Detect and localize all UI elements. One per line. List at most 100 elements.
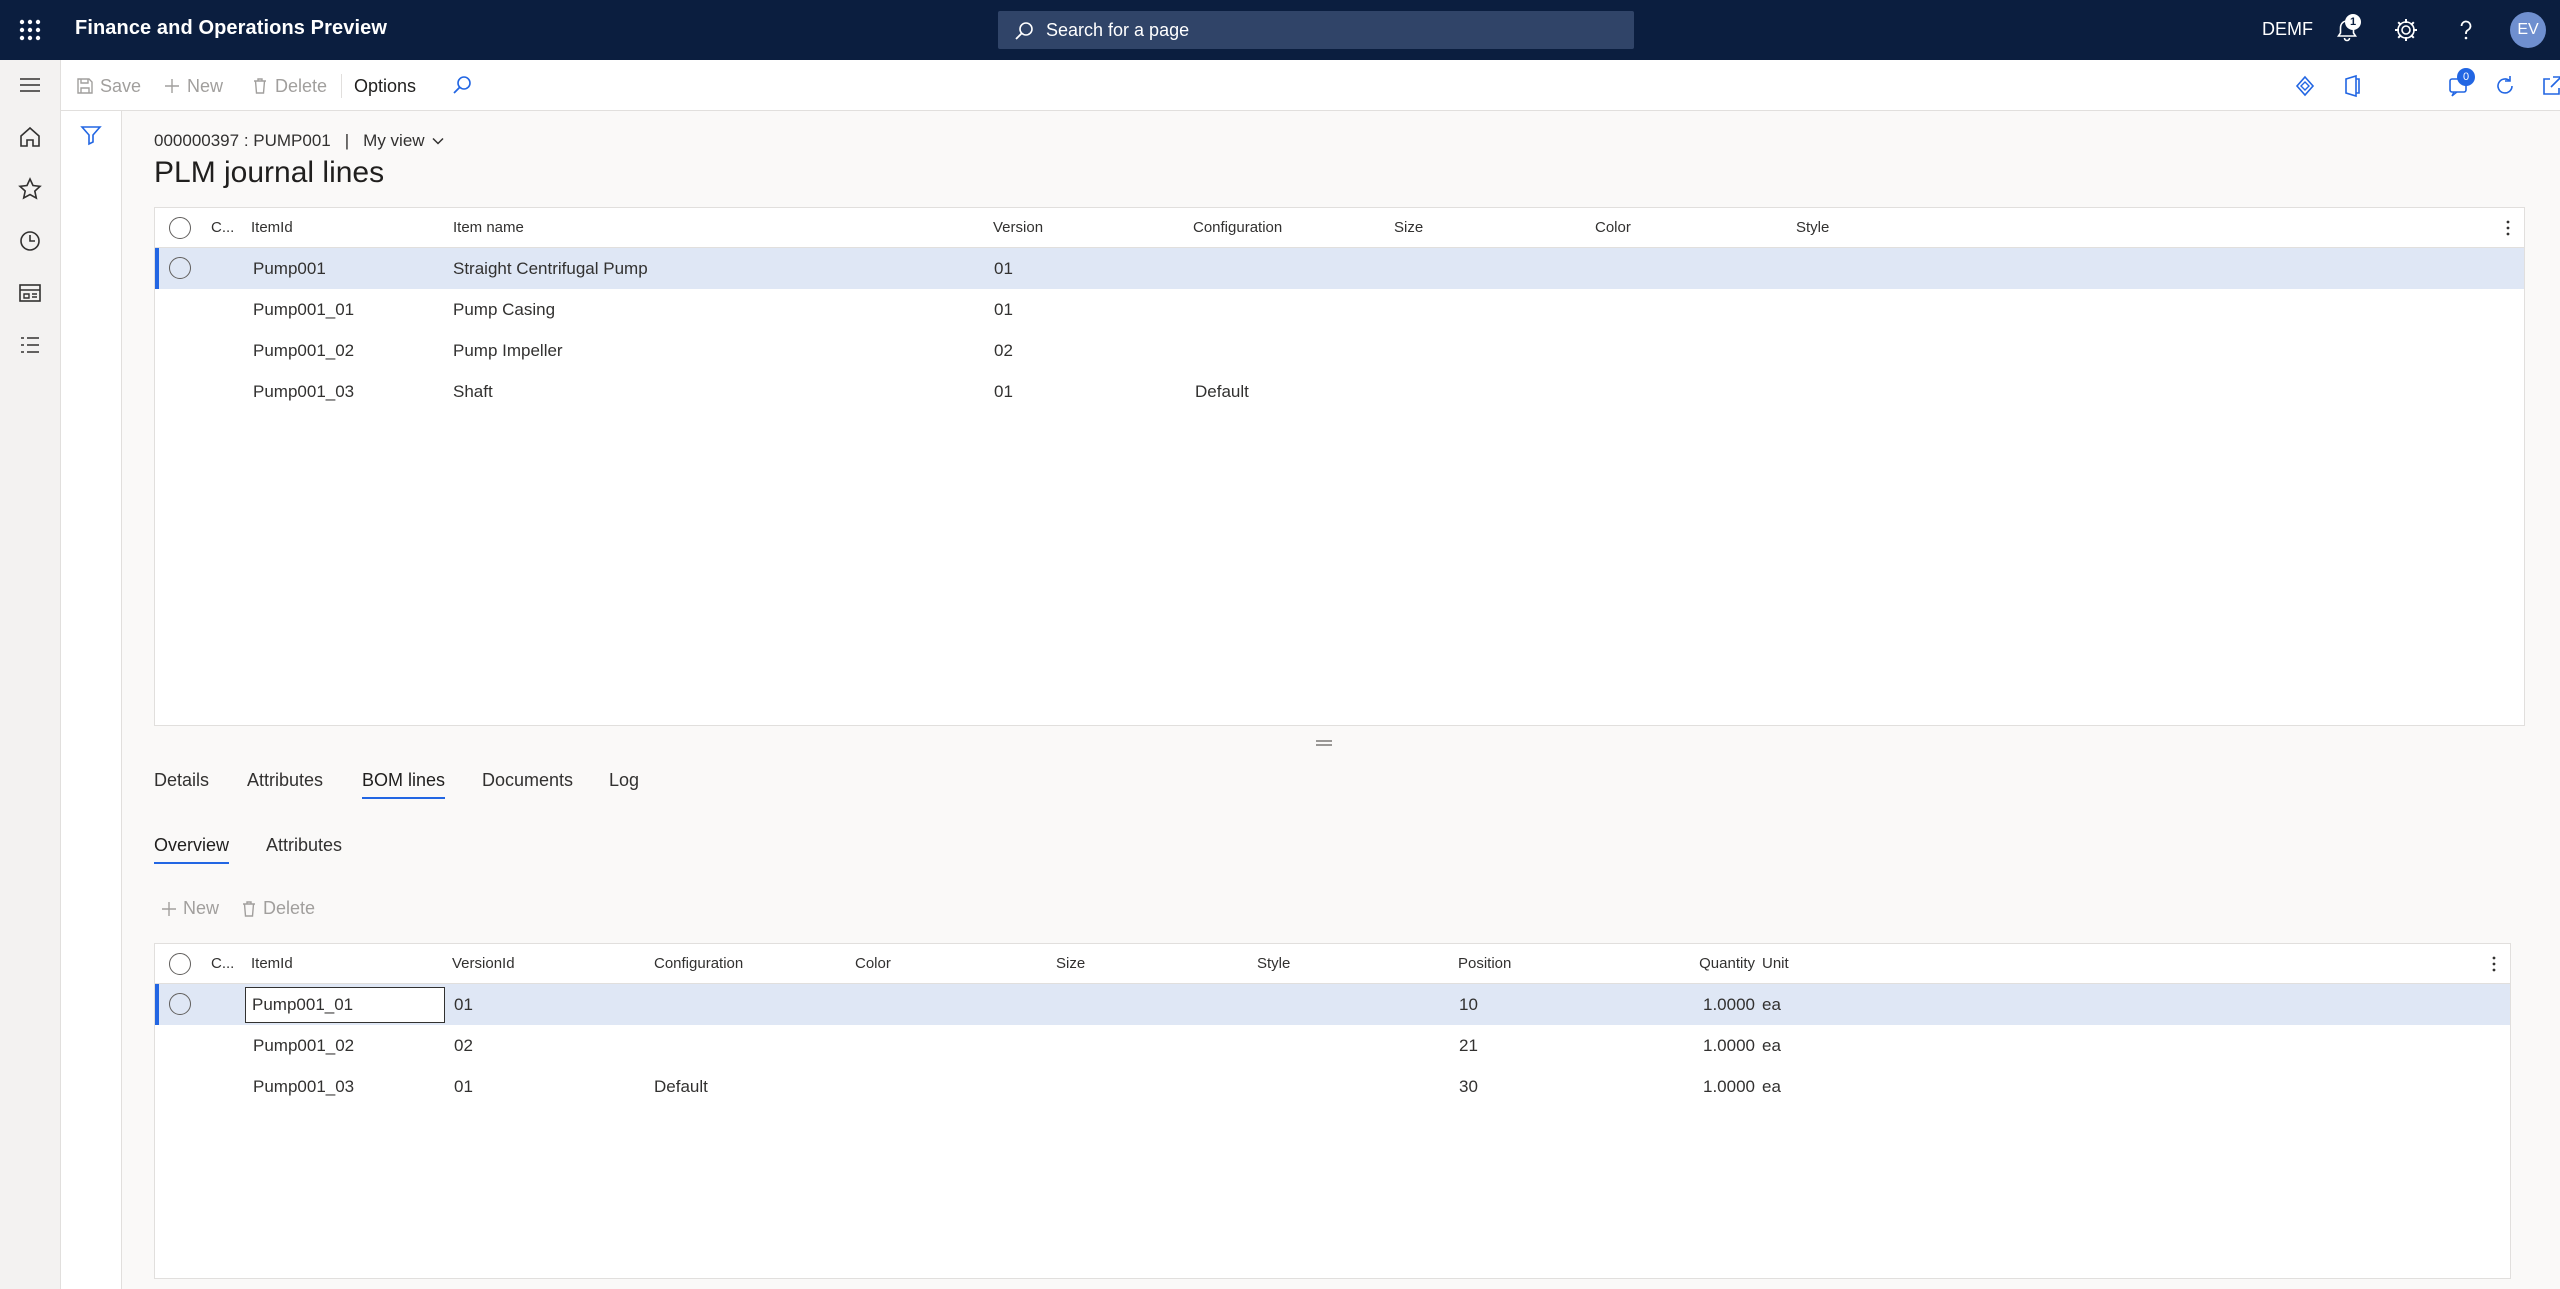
row-select-radio[interactable] xyxy=(169,993,191,1015)
cell-item-name[interactable]: Straight Centrifugal Pump xyxy=(453,259,648,279)
column-header-versionid[interactable]: VersionId xyxy=(452,955,515,972)
cell-itemid[interactable]: Pump001 xyxy=(253,259,326,279)
cell-version[interactable]: 01 xyxy=(994,300,1013,320)
column-header-configuration[interactable]: Configuration xyxy=(654,955,743,972)
cell-version[interactable]: 01 xyxy=(994,259,1013,279)
table-row[interactable]: Pump001 Straight Centrifugal Pump 01 xyxy=(155,248,2524,289)
clock-icon[interactable] xyxy=(16,227,44,255)
avatar[interactable]: EV xyxy=(2510,12,2546,48)
tab-log[interactable]: Log xyxy=(609,770,639,797)
select-all-radio[interactable] xyxy=(169,217,191,239)
refresh-icon[interactable] xyxy=(2491,72,2519,100)
column-header-style[interactable]: Style xyxy=(1796,219,1829,236)
new-label: New xyxy=(187,75,224,96)
cell-item-name[interactable]: Shaft xyxy=(453,382,493,402)
tab-bom-lines[interactable]: BOM lines xyxy=(362,770,446,799)
view-selector[interactable]: My view xyxy=(363,131,444,151)
cell-unit[interactable]: ea xyxy=(1762,995,1781,1015)
cell-item-name[interactable]: Pump Impeller xyxy=(453,341,563,361)
subtab-overview[interactable]: Overview xyxy=(154,835,230,864)
cell-position[interactable]: 10 xyxy=(1459,995,1478,1015)
column-header-color[interactable]: Color xyxy=(855,955,891,972)
column-header-unit[interactable]: Unit xyxy=(1762,955,1789,972)
column-header-quantity[interactable]: Quantity xyxy=(1641,955,1755,972)
cell-itemid[interactable]: Pump001_03 xyxy=(253,1077,354,1097)
bom-new-button[interactable]: New xyxy=(160,898,219,919)
hamburger-menu-icon[interactable] xyxy=(16,71,44,99)
star-icon[interactable] xyxy=(16,175,44,203)
cell-item-name[interactable]: Pump Casing xyxy=(453,300,555,320)
column-header-itemid[interactable]: ItemId xyxy=(251,219,293,236)
column-header-configuration[interactable]: Configuration xyxy=(1193,219,1282,236)
app-title[interactable]: Finance and Operations Preview xyxy=(75,17,387,40)
column-header-version[interactable]: Version xyxy=(993,219,1043,236)
row-select-radio[interactable] xyxy=(169,257,191,279)
search-icon xyxy=(1015,22,1033,40)
column-header-position[interactable]: Position xyxy=(1458,955,1511,972)
cell-position[interactable]: 21 xyxy=(1459,1036,1478,1056)
pane-splitter-handle[interactable] xyxy=(1316,739,1332,747)
delete-label: Delete xyxy=(275,75,328,96)
cell-quantity[interactable]: 1.0000 xyxy=(1641,1077,1755,1097)
column-header-style[interactable]: Style xyxy=(1257,955,1290,972)
table-row[interactable]: Pump001_02 Pump Impeller 02 xyxy=(155,330,2524,371)
cell-unit[interactable]: ea xyxy=(1762,1077,1781,1097)
column-header-check[interactable]: C... xyxy=(211,219,234,236)
column-header-itemid[interactable]: ItemId xyxy=(251,955,293,972)
options-button[interactable]: Options xyxy=(354,74,416,98)
modules-list-icon[interactable] xyxy=(16,331,44,359)
save-button[interactable]: Save xyxy=(76,74,141,98)
app-launcher-icon[interactable] xyxy=(16,16,44,44)
gear-icon[interactable] xyxy=(2392,16,2420,44)
table-row[interactable]: Pump001_01 01 10 1.0000 ea xyxy=(155,984,2510,1025)
cell-versionid[interactable]: 02 xyxy=(454,1036,473,1056)
more-options-icon[interactable] xyxy=(2484,954,2504,974)
company-selector[interactable]: DEMF xyxy=(2262,19,2313,40)
cell-itemid[interactable]: Pump001_02 xyxy=(253,1036,354,1056)
table-row[interactable]: Pump001_01 Pump Casing 01 xyxy=(155,289,2524,330)
bom-delete-button[interactable]: Delete xyxy=(240,898,315,919)
cell-unit[interactable]: ea xyxy=(1762,1036,1781,1056)
search-icon[interactable] xyxy=(448,72,476,100)
table-row[interactable]: Pump001_02 02 21 1.0000 ea xyxy=(155,1025,2510,1066)
search-placeholder: Search for a page xyxy=(1046,20,1190,40)
cell-quantity[interactable]: 1.0000 xyxy=(1641,995,1755,1015)
subtab-attributes[interactable]: Attributes xyxy=(266,835,342,862)
grid-header: C... ItemId VersionId Configuration Colo… xyxy=(155,944,2510,984)
column-header-item-name[interactable]: Item name xyxy=(453,219,524,236)
cell-versionid[interactable]: 01 xyxy=(454,995,473,1015)
cell-itemid[interactable]: Pump001_02 xyxy=(253,341,354,361)
more-options-icon[interactable] xyxy=(2498,218,2518,238)
cell-configuration[interactable]: Default xyxy=(654,1077,708,1097)
power-apps-icon[interactable] xyxy=(2291,72,2319,100)
tab-attributes[interactable]: Attributes xyxy=(247,770,323,797)
cell-itemid[interactable]: Pump001_03 xyxy=(253,382,354,402)
cell-configuration[interactable]: Default xyxy=(1195,382,1249,402)
cell-itemid[interactable]: Pump001_01 xyxy=(253,300,354,320)
column-header-size[interactable]: Size xyxy=(1056,955,1085,972)
cell-versionid[interactable]: 01 xyxy=(454,1077,473,1097)
cell-version[interactable]: 02 xyxy=(994,341,1013,361)
workspace-icon[interactable] xyxy=(16,279,44,307)
table-row[interactable]: Pump001_03 Shaft 01 Default xyxy=(155,371,2524,412)
column-header-check[interactable]: C... xyxy=(211,955,234,972)
table-row[interactable]: Pump001_03 01 Default 30 1.0000 ea xyxy=(155,1066,2510,1107)
search-input[interactable]: Search for a page xyxy=(998,11,1634,49)
open-new-window-icon[interactable] xyxy=(2538,72,2560,100)
column-header-color[interactable]: Color xyxy=(1595,219,1631,236)
home-icon[interactable] xyxy=(16,123,44,151)
cell-version[interactable]: 01 xyxy=(994,382,1013,402)
itemid-edit-field[interactable]: Pump001_01 xyxy=(245,987,445,1023)
cell-quantity[interactable]: 1.0000 xyxy=(1641,1036,1755,1056)
help-icon[interactable] xyxy=(2452,16,2480,44)
column-header-size[interactable]: Size xyxy=(1394,219,1423,236)
filter-icon[interactable] xyxy=(79,123,103,147)
tab-details[interactable]: Details xyxy=(154,770,209,797)
new-button[interactable]: New xyxy=(163,74,223,98)
delete-button[interactable]: Delete xyxy=(251,74,327,98)
chevron-down-icon xyxy=(432,137,444,145)
cell-position[interactable]: 30 xyxy=(1459,1077,1478,1097)
tab-documents[interactable]: Documents xyxy=(482,770,573,797)
office-icon[interactable] xyxy=(2338,72,2366,100)
select-all-radio[interactable] xyxy=(169,953,191,975)
